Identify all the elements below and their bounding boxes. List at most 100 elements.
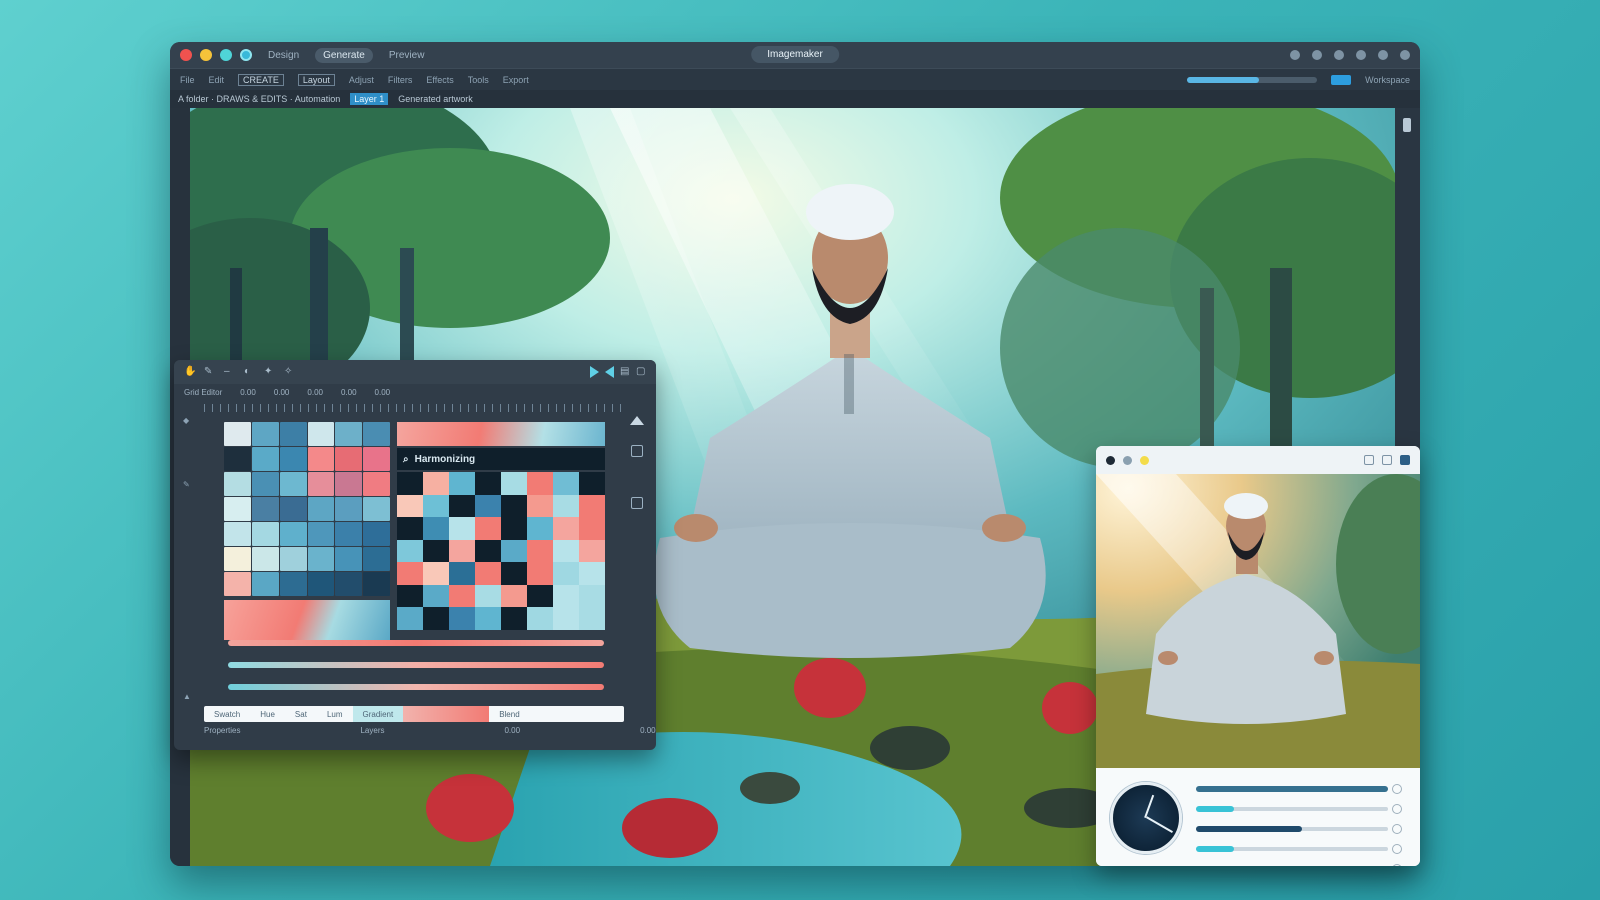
swatch-cell[interactable] [251, 447, 279, 471]
panel-sub-value[interactable]: 0.00 [274, 388, 290, 397]
swatch-cell[interactable] [251, 472, 279, 496]
color-slider-1[interactable] [228, 640, 604, 646]
tab-sat[interactable]: Sat [285, 706, 317, 722]
swatch-cell[interactable] [363, 522, 390, 546]
harmony-cell[interactable] [449, 584, 475, 608]
tab-blend[interactable]: Blend [489, 706, 529, 722]
lock-icon[interactable]: ◆ [183, 416, 191, 425]
swatch-cell[interactable] [251, 572, 279, 596]
harmony-cell[interactable] [397, 472, 423, 495]
harmony-cell[interactable] [501, 562, 527, 585]
harmony-cell[interactable] [397, 517, 423, 540]
swatch-cell[interactable] [224, 472, 251, 496]
swatch-cell[interactable] [335, 422, 363, 446]
harmony-cell[interactable] [423, 517, 449, 540]
minimize-window-button[interactable] [200, 49, 212, 61]
swatch-cell[interactable] [307, 547, 335, 571]
swatch-grid[interactable] [224, 422, 390, 596]
toolbar-workspace[interactable]: Workspace [1365, 75, 1410, 85]
swatch-cell[interactable] [279, 472, 307, 496]
expand-icon[interactable] [1400, 50, 1410, 60]
toolbar-adjust[interactable]: Adjust [349, 75, 374, 85]
footer-properties[interactable]: Properties [204, 726, 240, 740]
toolbar-effects[interactable]: Effects [426, 75, 453, 85]
harmony-cell[interactable] [449, 562, 475, 585]
panel-sub-value[interactable]: 0.00 [240, 388, 256, 397]
swatch-cell[interactable] [251, 422, 279, 446]
swatch-cell[interactable] [279, 522, 307, 546]
swatch-cell[interactable] [307, 447, 335, 471]
swatch-cell[interactable] [307, 422, 335, 446]
toolbar-edit[interactable]: Edit [209, 75, 225, 85]
harmony-cell[interactable] [397, 562, 423, 585]
search-icon[interactable]: ⌕ [403, 454, 409, 465]
harmony-cell[interactable] [449, 472, 475, 495]
magic-icon[interactable]: ✧ [284, 367, 294, 377]
preview-slider[interactable] [1196, 780, 1402, 800]
harmony-cell[interactable] [475, 472, 501, 495]
swatch-cell[interactable] [224, 497, 251, 521]
toolbar-file[interactable]: File [180, 75, 195, 85]
zoom-preview-button[interactable] [1140, 455, 1149, 465]
color-slider-3[interactable] [228, 684, 604, 690]
harmony-cell[interactable] [527, 562, 553, 585]
copy-icon[interactable] [631, 497, 643, 509]
footer-layers[interactable]: Layers [360, 726, 384, 740]
preview-slider[interactable] [1196, 840, 1402, 860]
menu-item-generate[interactable]: Generate [315, 47, 373, 63]
tab-lum[interactable]: Lum [317, 706, 353, 722]
harmony-cell[interactable] [579, 517, 605, 540]
swatch-cell[interactable] [363, 422, 390, 446]
harmony-cell[interactable] [501, 494, 527, 518]
breadcrumb-layer[interactable]: Layer 1 [350, 93, 389, 105]
swatch-cell[interactable] [335, 522, 363, 546]
panel-sub-value[interactable]: 0.00 [341, 388, 357, 397]
harmony-cell[interactable] [579, 584, 605, 608]
harmony-cell[interactable] [501, 607, 527, 630]
panel-sub-value[interactable]: 0.00 [307, 388, 323, 397]
layers-icon[interactable]: ▤ [620, 367, 630, 377]
window-icon[interactable]: ▢ [636, 367, 646, 377]
close-window-button[interactable] [180, 49, 192, 61]
menu-item-preview[interactable]: Preview [381, 48, 433, 63]
swatch-cell[interactable] [335, 447, 363, 471]
swatch-cell[interactable] [279, 422, 307, 446]
slider-handle[interactable] [1392, 864, 1402, 866]
harmony-cell[interactable] [579, 539, 605, 563]
harmony-cell[interactable] [501, 539, 527, 563]
harmony-cell[interactable] [501, 517, 527, 540]
harmony-cell[interactable] [475, 607, 501, 630]
swatch-cell[interactable] [251, 547, 279, 571]
line-icon[interactable]: – [224, 367, 234, 377]
harmony-cell[interactable] [501, 584, 527, 608]
harmony-cell[interactable] [553, 517, 579, 540]
harmony-cell[interactable] [397, 494, 423, 518]
harmony-cell[interactable] [527, 472, 553, 495]
harmony-cell[interactable] [553, 494, 579, 518]
duplicate-icon[interactable] [1382, 455, 1392, 465]
preview-slider[interactable] [1196, 860, 1402, 866]
settings-icon[interactable] [1356, 50, 1366, 60]
harmony-cell[interactable] [579, 472, 605, 495]
harmony-cell[interactable] [527, 584, 553, 608]
harmony-cell[interactable] [579, 562, 605, 585]
harmony-cell[interactable] [423, 562, 449, 585]
toolbar-filters[interactable]: Filters [388, 75, 413, 85]
harmony-cell[interactable] [423, 472, 449, 495]
swatch-cell[interactable] [279, 572, 307, 596]
minimize-preview-button[interactable] [1123, 455, 1132, 465]
swatch-cell[interactable] [279, 447, 307, 471]
harmony-cell[interactable] [475, 584, 501, 608]
swatch-cell[interactable] [307, 472, 335, 496]
preview-slider[interactable] [1196, 820, 1402, 840]
swatch-cell[interactable] [224, 447, 251, 471]
scroll-up-icon[interactable] [630, 416, 644, 425]
harmony-grid[interactable] [397, 472, 605, 630]
preview-slider[interactable] [1196, 800, 1402, 820]
tab-gradient-swatch[interactable] [403, 706, 490, 722]
scroll-knob[interactable] [1403, 118, 1411, 132]
toolbar-create[interactable]: CREATE [238, 73, 284, 86]
swatch-cell[interactable] [363, 497, 390, 521]
harmony-cell[interactable] [579, 607, 605, 630]
swatch-cell[interactable] [251, 522, 279, 546]
